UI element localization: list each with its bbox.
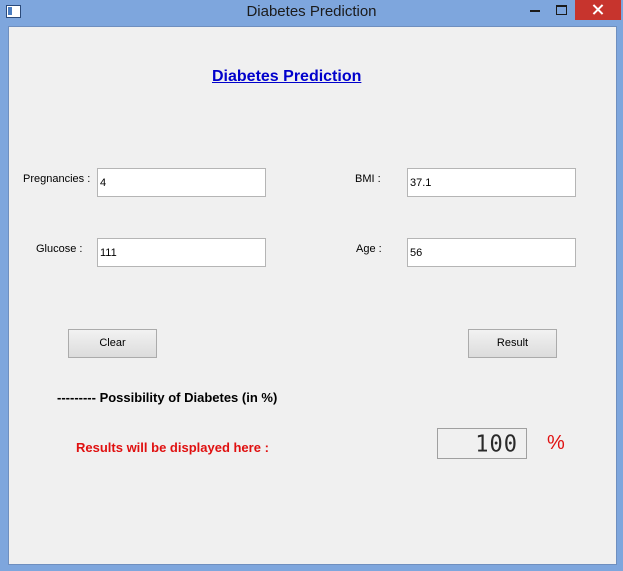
result-value: 100 <box>475 431 518 458</box>
app-window: Diabetes Prediction Diabetes Prediction … <box>0 0 623 571</box>
bmi-label: BMI : <box>355 173 381 185</box>
close-icon[interactable] <box>575 0 621 20</box>
age-field[interactable]: 56 <box>407 238 576 267</box>
title-bar[interactable]: Diabetes Prediction <box>0 0 623 26</box>
client-area: Diabetes Prediction Pregnancies : 4 BMI … <box>8 26 617 565</box>
minimize-icon[interactable] <box>522 0 548 20</box>
pregnancies-field[interactable]: 4 <box>97 168 266 197</box>
age-label: Age : <box>356 243 382 255</box>
result-lcd-display: 100 <box>437 428 527 459</box>
bmi-field[interactable]: 37.1 <box>407 168 576 197</box>
percent-sign: % <box>547 432 565 454</box>
page-title: Diabetes Prediction <box>212 68 362 85</box>
possibility-label: --------- Possibility of Diabetes (in %) <box>57 390 278 405</box>
clear-button[interactable]: Clear <box>68 329 157 358</box>
result-button[interactable]: Result <box>468 329 557 358</box>
pregnancies-label: Pregnancies : <box>23 173 91 185</box>
glucose-field[interactable]: 111 <box>97 238 266 267</box>
maximize-icon[interactable] <box>549 0 573 20</box>
glucose-label: Glucose : <box>36 243 83 255</box>
results-label: Results will be displayed here : <box>76 440 269 455</box>
